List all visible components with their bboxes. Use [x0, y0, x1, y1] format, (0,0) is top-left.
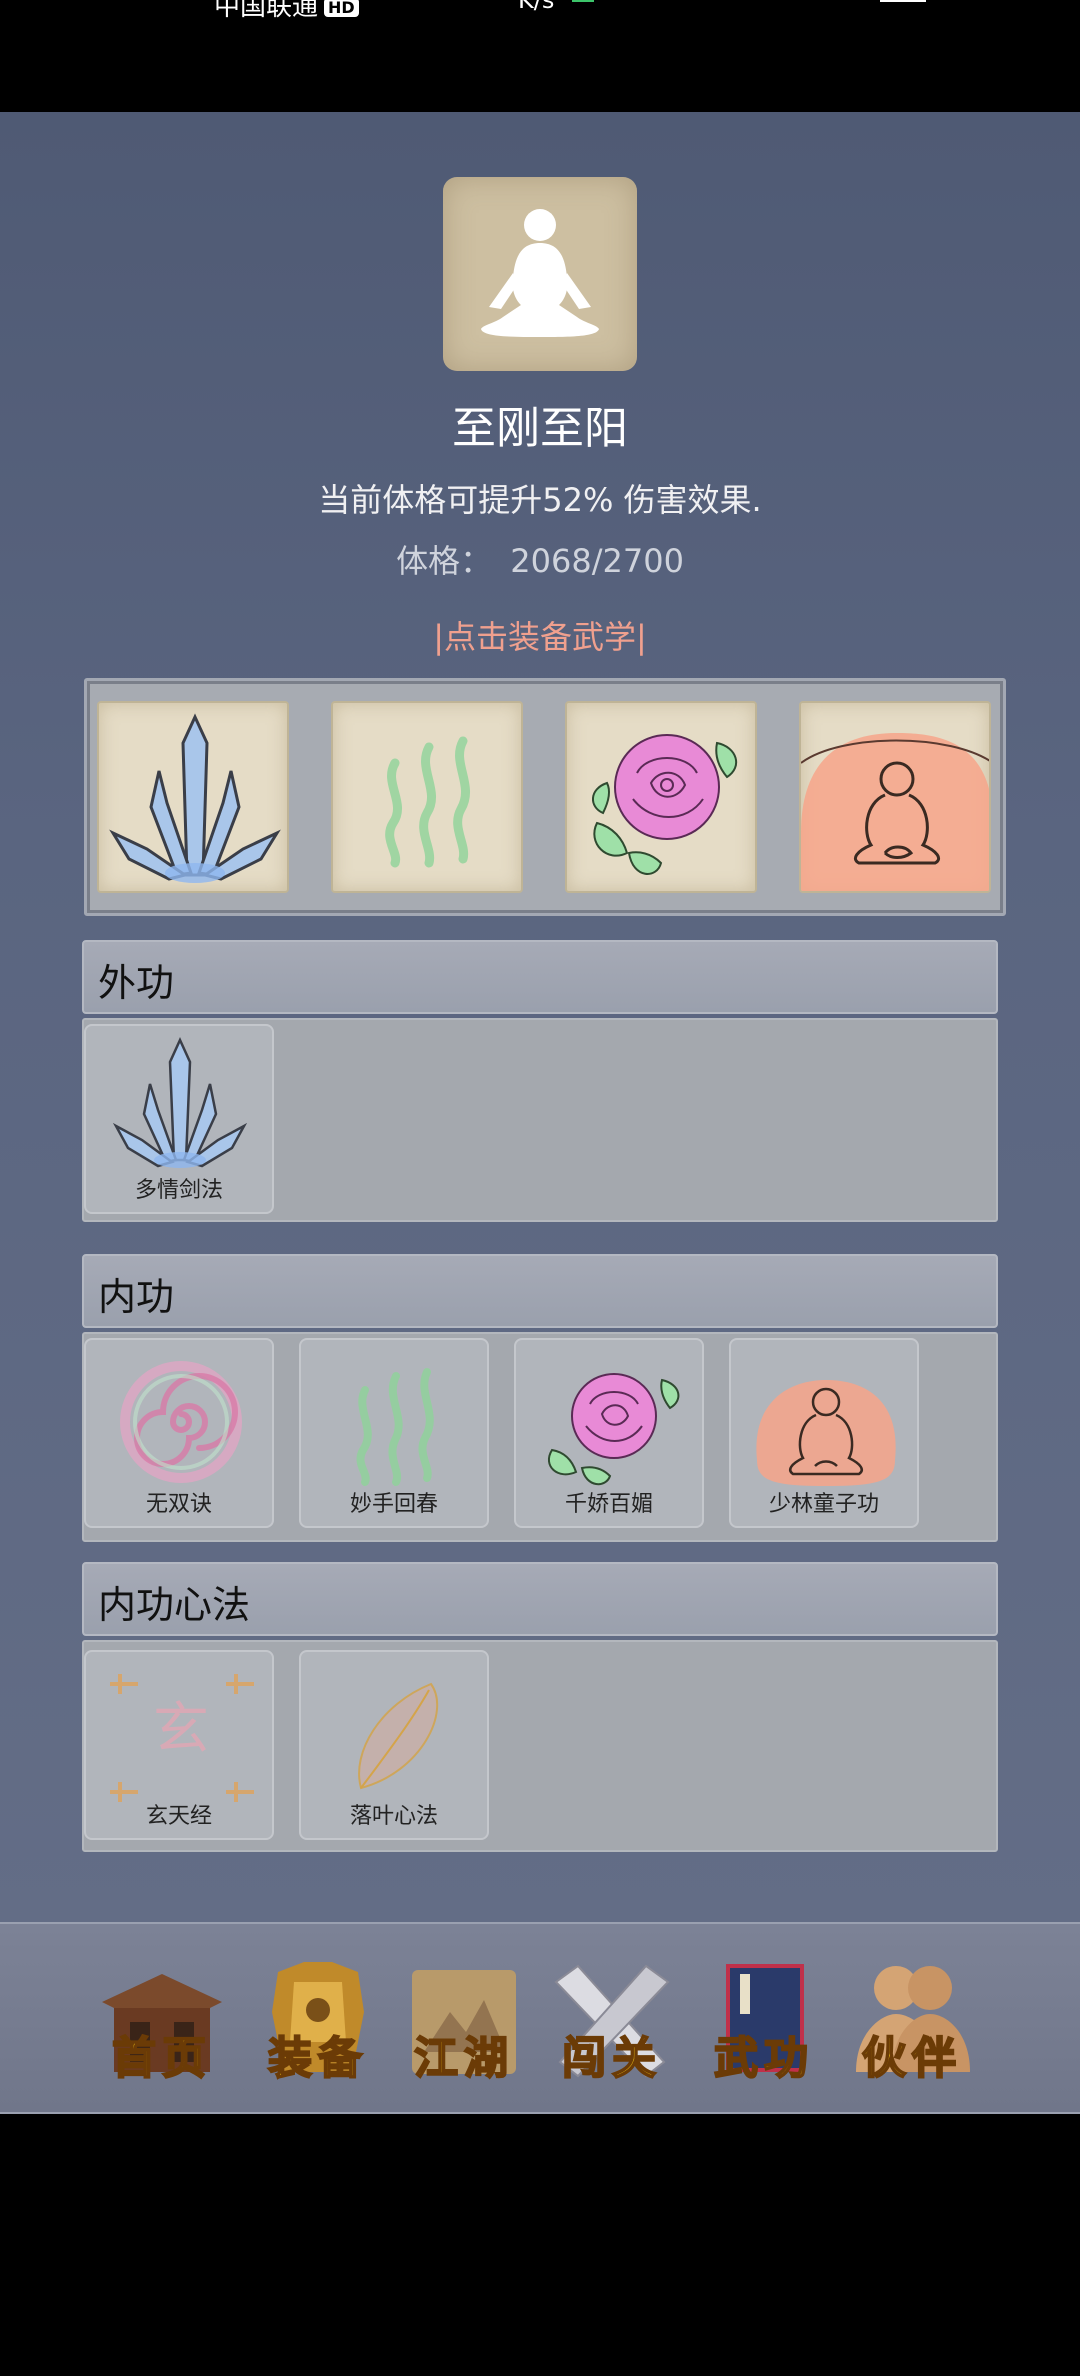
signal-icon: [572, 0, 594, 2]
inner-skills-header: 内功: [82, 1254, 998, 1328]
xuantian-glyph: 玄: [153, 1697, 209, 1762]
nav-martial-arts-label: 武功: [713, 2032, 814, 2085]
bottom-blank-area: [0, 2114, 1080, 2376]
carrier-name: 中国联通: [214, 0, 319, 22]
hd-badge: HD: [324, 0, 359, 17]
skill-name: 少林童子功: [768, 1492, 879, 1517]
equipped-slot-3[interactable]: [565, 701, 757, 893]
skill-card-duoqing[interactable]: 多情剑法: [84, 1024, 274, 1214]
skill-card-qianjiao[interactable]: 千娇百媚: [514, 1338, 704, 1528]
skill-name: 妙手回春: [349, 1492, 438, 1517]
equipped-slot-1[interactable]: [97, 701, 289, 893]
skill-card-luoye[interactable]: 落叶心法: [299, 1650, 489, 1840]
nav-partners[interactable]: 伙伴: [842, 1952, 982, 2092]
nav-equipment[interactable]: 装备: [248, 1952, 388, 2092]
martial-arts-page: 至刚至阳 当前体格可提升52% 伤害效果. 体格： 2068/2700 |点击装…: [0, 112, 1080, 1922]
nav-jianghu[interactable]: 江湖: [394, 1952, 534, 2092]
mind-skills-title: 内功心法: [98, 1583, 251, 1627]
mind-skills-list: 玄 玄天经 落叶心法: [82, 1640, 998, 1852]
meditation-avatar: [443, 177, 637, 371]
nav-martial-arts[interactable]: 武功: [694, 1952, 834, 2092]
skill-card-xuantian[interactable]: 玄 玄天经: [84, 1650, 274, 1840]
sword-fan-icon: [109, 713, 281, 883]
physique-value: 2068/2700: [510, 542, 684, 580]
nav-home-label: 首页: [111, 2032, 212, 2085]
carrier-label: 中国联通 HD: [214, 0, 359, 23]
outer-skills-title: 外功: [98, 961, 175, 1005]
nav-equipment-label: 装备: [267, 2032, 368, 2085]
skill-name: 多情剑法: [134, 1178, 223, 1203]
skill-name: 千娇百媚: [564, 1492, 653, 1517]
physique-stat: 体格： 2068/2700: [0, 536, 1080, 582]
skill-name: 玄天经: [145, 1804, 212, 1829]
skill-name: 落叶心法: [349, 1804, 438, 1829]
page-title: 至刚至阳: [452, 403, 628, 454]
nav-partners-label: 伙伴: [861, 2032, 962, 2085]
skill-card-miaoshou[interactable]: 妙手回春: [299, 1338, 489, 1528]
qi-waves-icon: [385, 736, 470, 868]
shaolin-monk-icon: [801, 733, 989, 891]
skill-name: 无双诀: [145, 1492, 212, 1517]
equipped-slot-2[interactable]: [331, 701, 523, 893]
equipped-slot-4[interactable]: [799, 701, 991, 893]
equip-martial-arts-link[interactable]: |点击装备武学|: [0, 612, 1080, 658]
effect-description: 当前体格可提升52% 伤害效果.: [318, 481, 762, 519]
outer-skills-list: 多情剑法: [82, 1018, 998, 1222]
bottom-navigation: 首页 装备 江湖 闯关 武功 伙伴: [0, 1922, 1080, 2114]
nav-home[interactable]: 首页: [92, 1952, 232, 2092]
battery-icon: [880, 0, 926, 2]
outer-skills-header: 外功: [82, 940, 998, 1014]
nav-jianghu-label: 江湖: [413, 2032, 514, 2085]
meditating-figure-icon: [481, 209, 599, 337]
equipped-slots: [84, 678, 1006, 916]
status-bar: 中国联通 HD K/s: [0, 0, 1080, 112]
inner-skills-title: 内功: [98, 1275, 175, 1319]
skill-card-shaolin[interactable]: 少林童子功: [729, 1338, 919, 1528]
nav-challenge-label: 闯关: [561, 2032, 662, 2085]
inner-skills-list: 无双诀 妙手回春 千娇百媚 少林童子功: [82, 1332, 998, 1542]
rose-icon: [592, 734, 738, 875]
network-speed: K/s: [518, 0, 555, 14]
nav-challenge[interactable]: 闯关: [542, 1952, 682, 2092]
mind-skills-header: 内功心法: [82, 1562, 998, 1636]
skill-card-wushuang[interactable]: 无双诀: [84, 1338, 274, 1528]
physique-label: 体格：: [396, 542, 493, 580]
